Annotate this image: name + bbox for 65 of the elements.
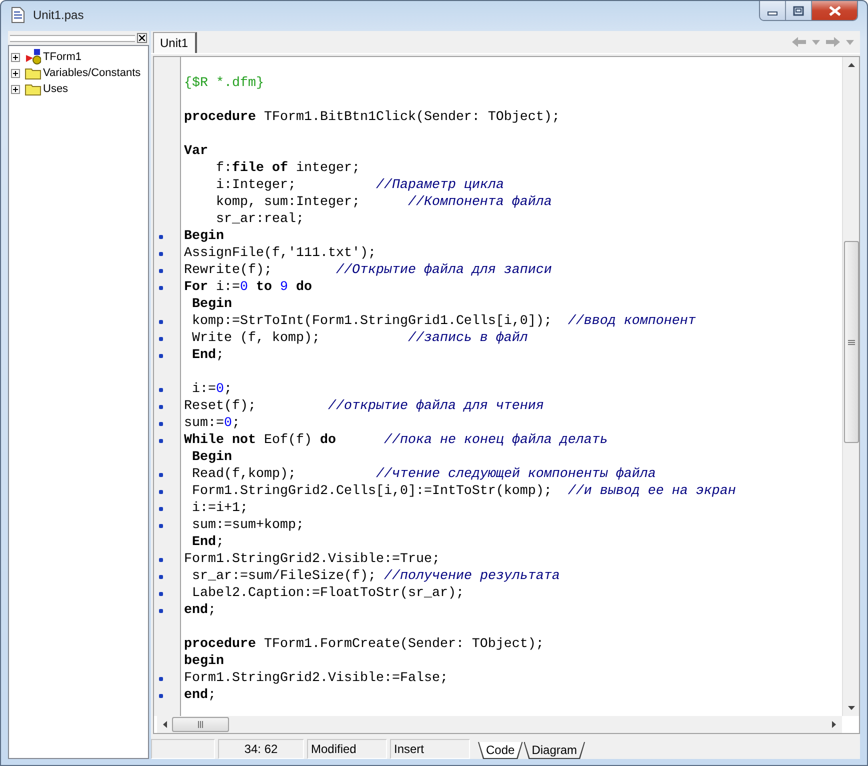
code-line: {$R *.dfm} xyxy=(184,75,265,92)
scrollbar-thumb[interactable] xyxy=(172,717,229,732)
code-line: End; xyxy=(190,534,225,551)
code-line: Label2.Caption:=FloatToStr(sr_ar); xyxy=(190,585,465,602)
close-icon xyxy=(139,35,145,41)
code-line: procedure TForm1.BitBtn1Click(Sender: TObject); xyxy=(184,109,561,126)
maximize-icon xyxy=(793,6,804,16)
scroll-left-icon[interactable] xyxy=(163,721,167,728)
code-line: Form1.StringGrid2.Visible:=True; xyxy=(184,551,441,568)
scroll-right-icon[interactable] xyxy=(832,721,836,728)
close-icon xyxy=(828,6,842,16)
tree-item[interactable]: Variables/Constants xyxy=(42,67,141,79)
editor-tab[interactable]: Unit1 xyxy=(153,32,198,53)
code-line: Form1.StringGrid2.Visible:=False; xyxy=(184,670,449,687)
code-line: Write (f, komp); //запись в файл xyxy=(190,330,529,347)
code-line: begin xyxy=(184,653,225,670)
scrollbar-thumb[interactable] xyxy=(844,241,858,443)
status-field: Modified xyxy=(307,739,387,759)
code-line: komp, sum:Integer; //Компонента файла xyxy=(214,194,553,211)
tree-item[interactable]: TForm1 xyxy=(42,51,82,63)
status-field: Insert xyxy=(390,739,470,759)
code-line: end; xyxy=(184,687,217,704)
code-line: sr_ar:=sum/FileSize(f); //получение результата xyxy=(190,568,561,585)
code-line: Begin xyxy=(190,296,233,313)
code-line: End; xyxy=(190,347,225,364)
code-line: sum:=sum+komp; xyxy=(190,517,305,534)
code-line: i:=i+1; xyxy=(190,500,249,517)
status-panel xyxy=(151,739,215,759)
code-line: i:Integer; //Параметр цикла xyxy=(214,177,505,194)
code-line: procedure TForm1.FormCreate(Sender: TObject); xyxy=(184,636,545,653)
file-icon xyxy=(11,7,25,23)
folder-icon xyxy=(25,82,41,96)
code-line: While not Eof(f) do //пока не конец файла делать xyxy=(184,432,609,449)
code-line: AssignFile(f,'111.txt'); xyxy=(184,245,377,262)
grip-icon xyxy=(198,721,203,728)
status-field: 34: 62 xyxy=(218,739,304,759)
code-line: Reset(f); //открытие файла для чтения xyxy=(184,398,545,415)
view-tab[interactable]: Code xyxy=(479,742,522,758)
expand-icon[interactable] xyxy=(11,52,20,62)
view-tab[interactable]: Diagram xyxy=(524,742,584,758)
code-line: Begin xyxy=(184,228,225,245)
folder-icon xyxy=(25,66,41,80)
code-line: komp:=StrToInt(Form1.StringGrid1.Cells[i,0]); //ввод компонент xyxy=(190,313,697,330)
expand-icon[interactable] xyxy=(11,68,20,78)
code-line: Var xyxy=(184,143,209,160)
code-line: For i:=0 to 9 do xyxy=(184,279,313,296)
code-line: i:=0; xyxy=(190,381,233,398)
code-line: Rewrite(f); //Открытие файла для записи xyxy=(184,262,553,279)
minimize-button[interactable] xyxy=(760,1,786,20)
scroll-down-icon[interactable] xyxy=(848,706,854,710)
code-line: end; xyxy=(184,602,217,619)
close-button[interactable] xyxy=(137,33,147,43)
code-line: sum:=0; xyxy=(184,415,241,432)
code-line: Form1.StringGrid2.Cells[i,0]:=IntToStr(komp); //и вывод ее на экран xyxy=(190,483,737,500)
scroll-up-icon[interactable] xyxy=(848,63,854,67)
maximize-button[interactable] xyxy=(786,1,812,20)
grip-icon xyxy=(848,340,854,344)
tree-item[interactable]: Uses xyxy=(42,83,68,95)
expand-icon[interactable] xyxy=(11,84,20,94)
code-line: Read(f,komp); //чтение следующей компоненты файла xyxy=(190,466,657,483)
form-icon xyxy=(25,49,41,65)
code-line: Begin xyxy=(190,449,233,466)
code-line: sr_ar:real; xyxy=(214,211,305,228)
window-title: Unit1.pas xyxy=(33,8,84,22)
code-line: f:file of integer; xyxy=(214,160,361,177)
